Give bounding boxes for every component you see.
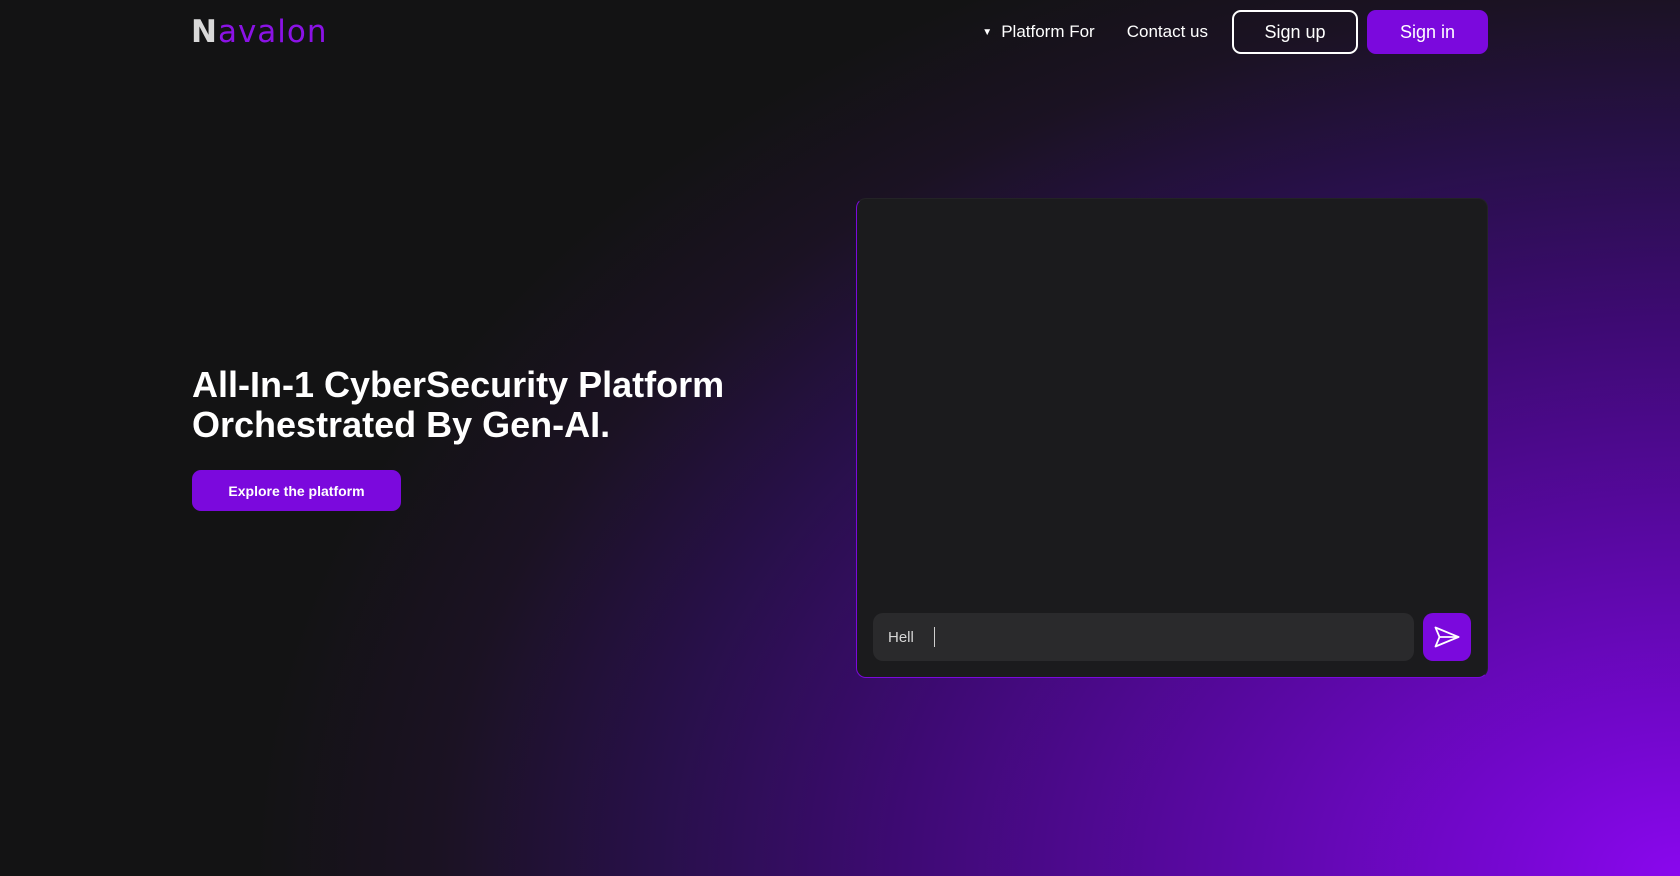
contact-us-link[interactable]: Contact us	[1127, 22, 1208, 42]
chat-panel	[856, 198, 1488, 678]
sign-in-button[interactable]: Sign in	[1367, 10, 1488, 54]
explore-platform-button[interactable]: Explore the platform	[192, 470, 401, 511]
navalon-logo[interactable]: Navalon	[191, 14, 328, 50]
hero-title: All-In-1 CyberSecurity Platform Orchestr…	[192, 364, 725, 445]
logo-letter-n: N	[191, 14, 218, 50]
logo-wordmark: avalon	[217, 14, 328, 50]
chat-input-container	[873, 613, 1414, 661]
sign-up-button[interactable]: Sign up	[1232, 10, 1358, 54]
chat-messages-area[interactable]	[857, 199, 1487, 609]
caret-down-icon: ▼	[982, 26, 993, 38]
text-cursor	[934, 627, 935, 647]
platform-for-label: Platform For	[1001, 22, 1095, 41]
top-navigation: Navalon ▼ Platform For Contact us Sign u…	[0, 0, 1680, 64]
send-button[interactable]	[1423, 613, 1471, 661]
main-nav: ▼ Platform For Contact us Sign up Sign i…	[982, 10, 1488, 54]
platform-for-dropdown[interactable]: ▼ Platform For	[982, 22, 1094, 42]
chat-input[interactable]	[873, 613, 1414, 661]
send-icon	[1434, 626, 1460, 648]
